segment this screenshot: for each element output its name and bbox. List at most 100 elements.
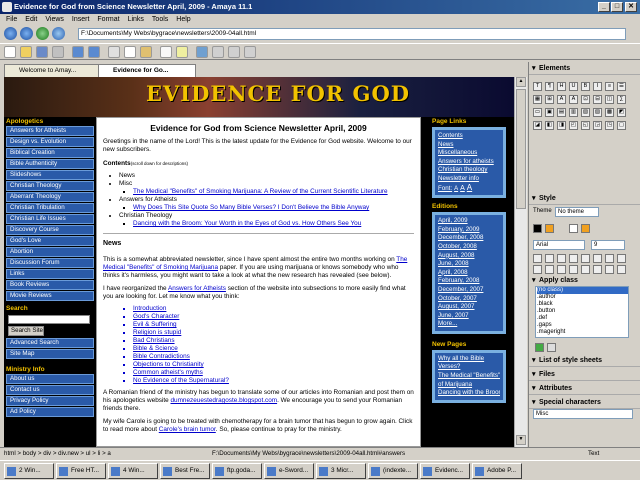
nav-item-about-us[interactable]: About us [6,374,94,384]
nav-item-christian-tribulation[interactable]: Christian Tribulation [6,203,94,213]
nav-item-advanced-search[interactable]: Advanced Search [6,338,94,348]
toc-item-atheists[interactable]: Answers for Atheists Why Does This Site … [119,196,414,212]
tab-evidence[interactable]: Evidence for Go... [98,64,196,77]
nav-item-site-map[interactable]: Site Map [6,349,94,359]
format-tool-icon[interactable] [533,254,542,263]
back-icon[interactable] [4,27,17,40]
minimize-button[interactable]: _ [598,2,610,12]
new-document-icon[interactable] [4,46,16,58]
element-tool-icon[interactable]: ◰ [569,121,578,130]
new-page-link[interactable]: Why all the Bible [438,355,500,364]
format-tool-icon[interactable] [593,254,602,263]
taskbar-item[interactable]: 3 Micr... [316,463,366,479]
edition-link[interactable]: April, 2008 [438,269,500,278]
validate-icon[interactable] [196,46,208,58]
format-tool-icon[interactable] [581,254,590,263]
font-family-select[interactable]: Arial [533,240,585,250]
misc-select[interactable]: Misc [533,409,633,419]
save-icon[interactable] [36,46,48,58]
element-tool-icon[interactable]: ▨ [593,108,602,117]
find-icon[interactable] [160,46,172,58]
class-option[interactable]: .black [537,301,628,308]
element-tool-icon[interactable]: ◧ [545,121,554,130]
nav-item-aberrant-theology[interactable]: Aberrant Theology [6,192,94,202]
element-tool-icon[interactable]: ◪ [533,121,542,130]
class-option[interactable]: .gaps [537,322,628,329]
document-view[interactable]: EVIDENCE FOR GOD Apologetics Answers for… [4,77,514,447]
spellcheck-icon[interactable] [176,46,188,58]
format-tool-icon[interactable] [557,254,566,263]
home-icon[interactable] [52,27,65,40]
nav-item-abortion[interactable]: Abortion [6,247,94,257]
element-tool-icon[interactable]: ◩ [617,108,626,117]
class-option[interactable]: (no class) [537,287,628,294]
attributes-header[interactable]: Attributes [529,382,640,395]
open-folder-icon[interactable] [20,46,32,58]
taskbar-item[interactable]: e-Sword... [264,463,314,479]
page-link-newsletter-info[interactable]: Newsletter info [438,175,500,184]
toc-link-marijuana[interactable]: The Medical "Benefits" of Smoking Mariju… [133,188,388,195]
class-option[interactable]: .def [537,315,628,322]
theme-select[interactable]: No theme [555,207,599,217]
element-tool-icon[interactable]: ▥ [569,108,578,117]
format-tool-icon[interactable] [593,265,602,274]
scroll-thumb[interactable] [516,89,526,209]
nav-item-movie-reviews[interactable]: Movie Reviews [6,291,94,301]
font-size-option[interactable]: A [460,185,465,192]
edition-link[interactable]: February, 2009 [438,226,500,235]
background-color-icon[interactable] [569,224,578,233]
bg-picker-icon[interactable] [581,224,590,233]
forward-icon[interactable] [20,27,33,40]
element-tool-icon[interactable]: ⊟ [593,95,602,104]
subsection-link[interactable]: No Evidence of the Supernatural? [133,377,414,385]
search-site-button[interactable]: Search Site [8,326,44,336]
subsection-link[interactable]: God's Character [133,313,414,321]
new-page-link[interactable]: Verses? [438,363,500,372]
nav-item-ad-policy[interactable]: Ad Policy [6,407,94,417]
element-tool-icon[interactable]: U [569,82,578,91]
element-tool-icon[interactable]: ▩ [605,108,614,117]
element-tool-icon[interactable]: A [557,95,566,104]
element-tool-icon[interactable]: ▦ [533,95,542,104]
edition-link[interactable]: More... [438,320,500,329]
format-tool-icon[interactable] [533,265,542,274]
subsection-link[interactable]: Introduction [133,305,414,313]
files-header[interactable]: Files [529,368,640,381]
element-tool-icon[interactable]: ¶ [545,82,554,91]
format-tool-icon[interactable] [581,265,590,274]
cut-icon[interactable] [108,46,120,58]
color-picker-icon[interactable] [545,224,554,233]
copy-icon[interactable] [124,46,136,58]
edition-link[interactable]: December, 2008 [438,234,500,243]
element-tool-icon[interactable]: ◨ [557,121,566,130]
nav-item-answers-for-atheists[interactable]: Answers for Atheists [6,126,94,136]
subsection-link[interactable]: Bad Christians [133,337,414,345]
element-tool-icon[interactable]: ▤ [557,108,566,117]
format-tool-icon[interactable] [545,265,554,274]
subsection-link[interactable]: Bible Contradictions [133,353,414,361]
nav-item-privacy-policy[interactable]: Privacy Policy [6,396,94,406]
taskbar-item[interactable]: Adobe P... [472,463,522,479]
zoom-in-icon[interactable] [212,46,224,58]
taskbar-item[interactable]: Evidenc... [420,463,470,479]
scroll-up-icon[interactable]: ▲ [516,77,526,87]
new-page-link[interactable]: of Marijuana [438,381,500,390]
nav-item-biblical-creation[interactable]: Biblical Creation [6,148,94,158]
toc-item-misc[interactable]: Misc The Medical "Benefits" of Smoking M… [119,180,414,196]
scroll-down-icon[interactable]: ▼ [516,435,526,445]
subsection-link[interactable]: Religion is stupid [133,329,414,337]
element-tool-icon[interactable]: ◲ [593,121,602,130]
edition-link[interactable]: October, 2007 [438,295,500,304]
element-tool-icon[interactable]: ▧ [581,108,590,117]
undo-icon[interactable] [72,46,84,58]
paste-icon[interactable] [140,46,152,58]
element-tool-icon[interactable]: ◳ [605,121,614,130]
vertical-scrollbar[interactable]: ▲ ▼ [514,77,527,447]
format-tool-icon[interactable] [557,265,566,274]
menu-tools[interactable]: Tools [152,14,168,26]
nav-item-book-reviews[interactable]: Book Reviews [6,280,94,290]
page-link-miscellaneous[interactable]: Miscellaneous [438,149,500,158]
edition-link[interactable]: June, 2007 [438,312,500,321]
special-characters-header[interactable]: Special characters [529,396,640,409]
format-tool-icon[interactable] [569,265,578,274]
